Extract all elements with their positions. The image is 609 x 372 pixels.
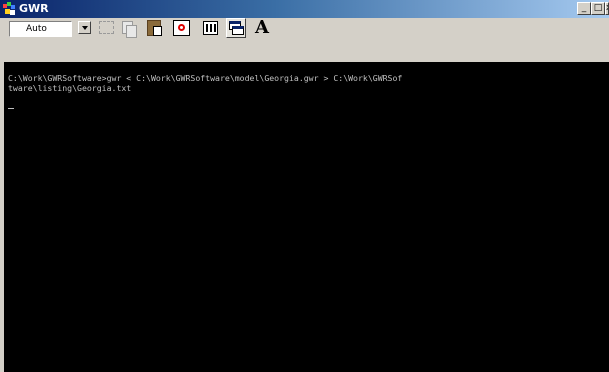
console-output[interactable]: C:\Work\GWRSoftware>gwr < C:\Work\GWRSof… (4, 62, 609, 372)
console-line: C:\Work\GWRSoftware>gwr < C:\Work\GWRSof… (8, 73, 403, 83)
font-icon[interactable]: A (251, 18, 273, 38)
console-line: tware\listing\Georgia.txt (8, 83, 132, 93)
chevron-down-icon[interactable] (78, 21, 91, 34)
console-window: GWR _ □ x Auto A C:\Work\GWRSoftware>gwr… (0, 0, 609, 372)
font-size-select[interactable]: Auto (9, 21, 72, 37)
mark-icon[interactable] (97, 18, 117, 38)
window-title: GWR (19, 2, 49, 15)
app-icon (3, 2, 15, 15)
title-bar[interactable]: GWR _ □ x (0, 0, 609, 18)
console-toolbar (0, 18, 609, 61)
copy-icon[interactable] (119, 18, 139, 38)
fullscreen-icon[interactable] (172, 18, 192, 38)
close-button[interactable]: x (605, 2, 609, 15)
properties-icon[interactable] (201, 18, 221, 38)
background-icon[interactable] (226, 18, 246, 38)
paste-icon[interactable] (145, 18, 165, 38)
maximize-button[interactable]: □ (591, 2, 605, 15)
text-cursor (8, 108, 14, 109)
minimize-button[interactable]: _ (577, 2, 591, 15)
